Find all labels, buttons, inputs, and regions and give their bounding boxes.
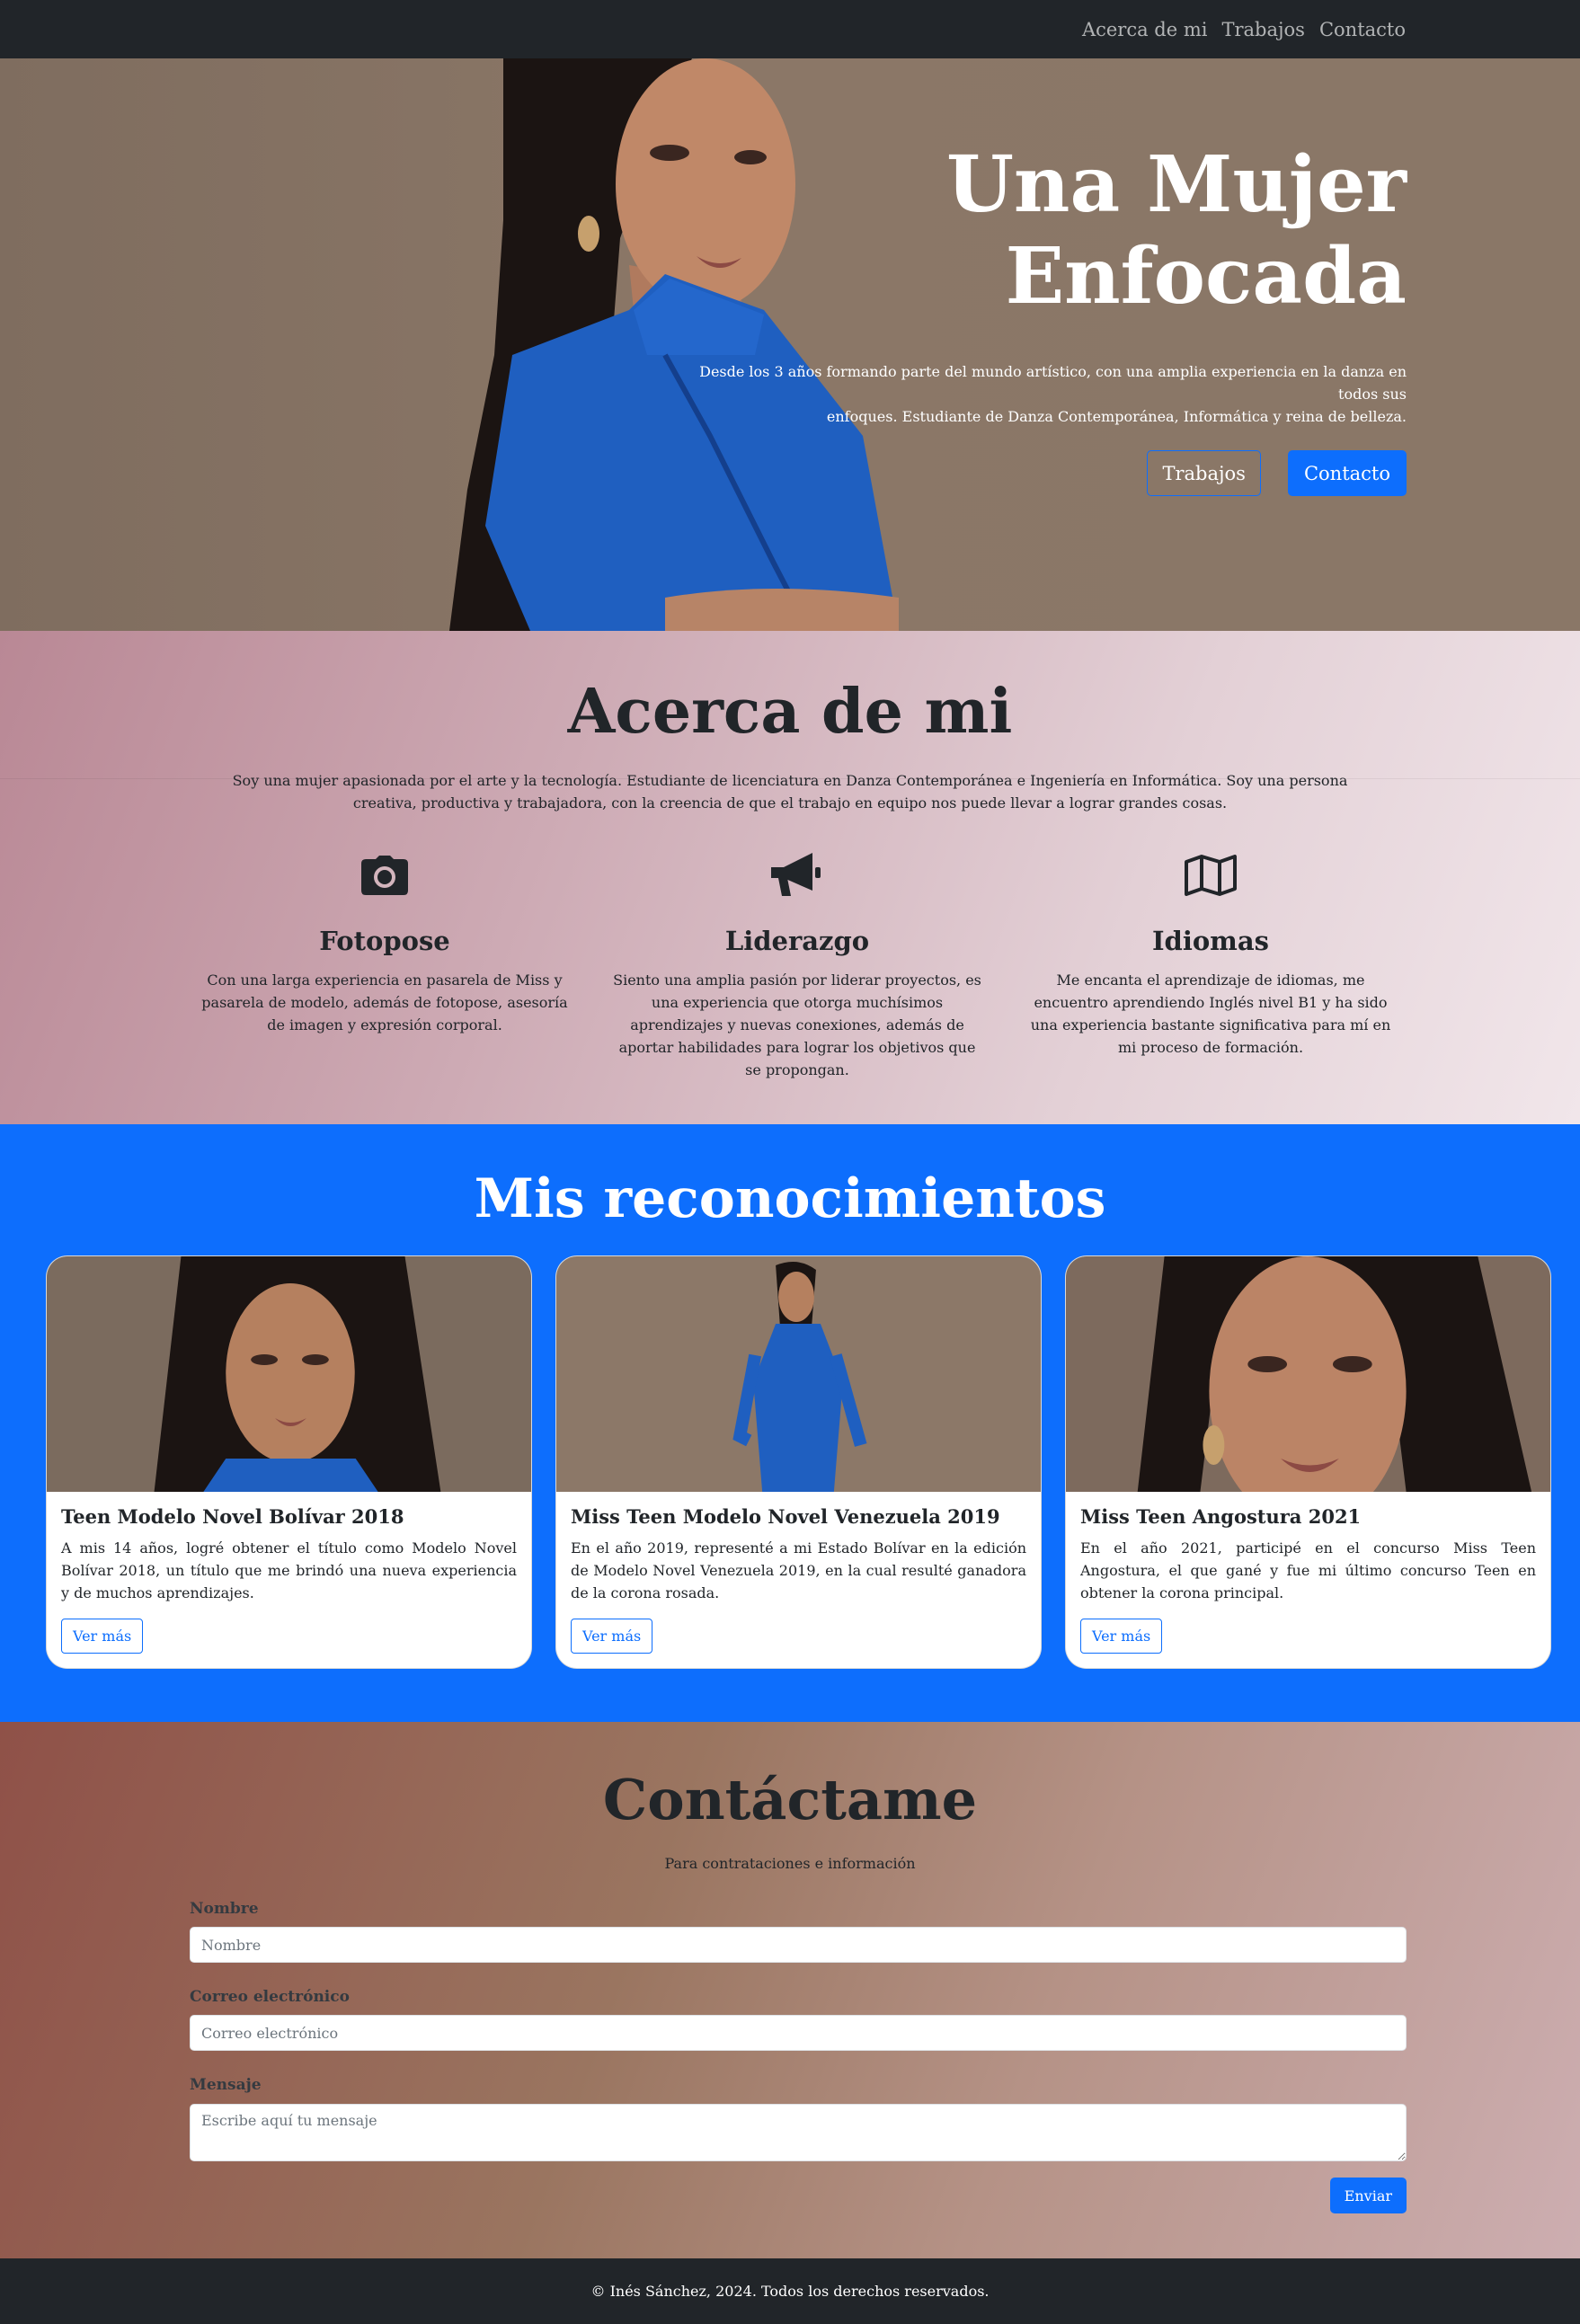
footer-text: © Inés Sánchez, 2024. Todos los derechos… [590,2283,990,2300]
card-title: Miss Teen Modelo Novel Venezuela 2019 [571,1505,1000,1528]
contact-subtitle: Para contrataciones e información [664,1855,916,1872]
nav-link-contact[interactable]: Contacto [1319,19,1406,40]
ver-mas-button[interactable]: Ver más [571,1619,653,1654]
card-text: En el año 2019, representé a mi Estado B… [571,1539,1026,1601]
feature-title: Fotopose [319,926,450,956]
recognition-card: Miss Teen Modelo Novel Venezuela 2019 En… [555,1255,1042,1669]
feature-idiomas: Idiomas Me encanta el aprendizaje de idi… [1017,848,1404,1059]
recognitions-section: Mis reconocimientos Teen Modelo Novel Bo… [0,1124,1580,1722]
hero-text-line1: Desde los 3 años formando parte del mund… [699,363,1407,403]
works-button[interactable]: Trabajos [1147,450,1261,496]
hero-title: Una Mujer Enfocada [777,139,1407,323]
feature-text: Con una larga experiencia en pasarela de… [201,971,568,1033]
footer: © Inés Sánchez, 2024. Todos los derechos… [0,2258,1580,2324]
card-title: Miss Teen Angostura 2021 [1080,1505,1362,1528]
hero-title-line2: Enfocada [1005,231,1407,322]
feature-liderazgo: Liderazgo Siento una amplia pasión por l… [604,848,990,1081]
email-label: Correo electrónico [190,1988,350,2006]
feature-text: Siento una amplia pasión por liderar pro… [613,971,981,1078]
message-textarea[interactable] [190,2104,1407,2161]
card-image [556,1256,1041,1492]
hero-description: Desde los 3 años formando parte del mund… [670,360,1407,428]
feature-title: Liderazgo [724,926,870,956]
recognitions-title: Mis reconocimientos [474,1167,1106,1230]
card-body: Miss Teen Angostura 2021 En el año 2021,… [1066,1492,1550,1668]
hero-section: Una Mujer Enfocada Desde los 3 años form… [0,58,1580,631]
name-label: Nombre [190,1900,259,1918]
card-body: Miss Teen Modelo Novel Venezuela 2019 En… [556,1492,1041,1668]
email-input[interactable] [190,2015,1407,2051]
card-title: Teen Modelo Novel Bolívar 2018 [61,1505,404,1528]
about-text: Soy una mujer apasionada por el arte y l… [232,772,1348,812]
hero-buttons: Trabajos Contacto [1147,450,1407,496]
about-title: Acerca de mi [567,676,1013,748]
hero-title-line1: Una Mujer [945,139,1407,230]
contact-button[interactable]: Contacto [1287,450,1407,496]
contact-section: Contáctame Para contrataciones e informa… [0,1722,1580,2258]
card-text: En el año 2021, participé en el concurso… [1080,1539,1536,1601]
message-label: Mensaje [190,2076,262,2094]
feature-title: Idiomas [1151,926,1269,956]
ver-mas-button[interactable]: Ver más [1080,1619,1163,1654]
recognition-card: Miss Teen Angostura 2021 En el año 2021,… [1065,1255,1551,1669]
recognition-card: Teen Modelo Novel Bolívar 2018 A mis 14 … [46,1255,532,1669]
card-body: Teen Modelo Novel Bolívar 2018 A mis 14 … [47,1492,531,1668]
feature-text: Me encanta el aprendizaje de idiomas, me… [1030,971,1391,1056]
send-button[interactable]: Enviar [1329,2178,1407,2213]
nav-link-about[interactable]: Acerca de mi [1082,19,1208,40]
contact-title: Contáctame [602,1767,978,1832]
ver-mas-button[interactable]: Ver más [61,1619,144,1654]
navbar: Acerca de mi Trabajos Contacto [0,0,1580,58]
megaphone-icon [604,848,990,902]
about-section: Acerca de mi Soy una mujer apasionada po… [0,631,1580,1124]
feature-fotopose: Fotopose Con una larga experiencia en pa… [191,848,578,1036]
camera-icon [191,848,578,902]
hero-text-line2: enfoques. Estudiante de Danza Contemporá… [826,408,1407,425]
card-image [1066,1256,1550,1492]
nav-link-works[interactable]: Trabajos [1221,19,1304,40]
card-text: A mis 14 años, logré obtener el título c… [61,1539,517,1601]
card-image [47,1256,531,1492]
name-input[interactable] [190,1927,1407,1963]
map-icon [1017,848,1404,902]
nav-links: Acerca de mi Trabajos Contacto [1082,0,1406,58]
